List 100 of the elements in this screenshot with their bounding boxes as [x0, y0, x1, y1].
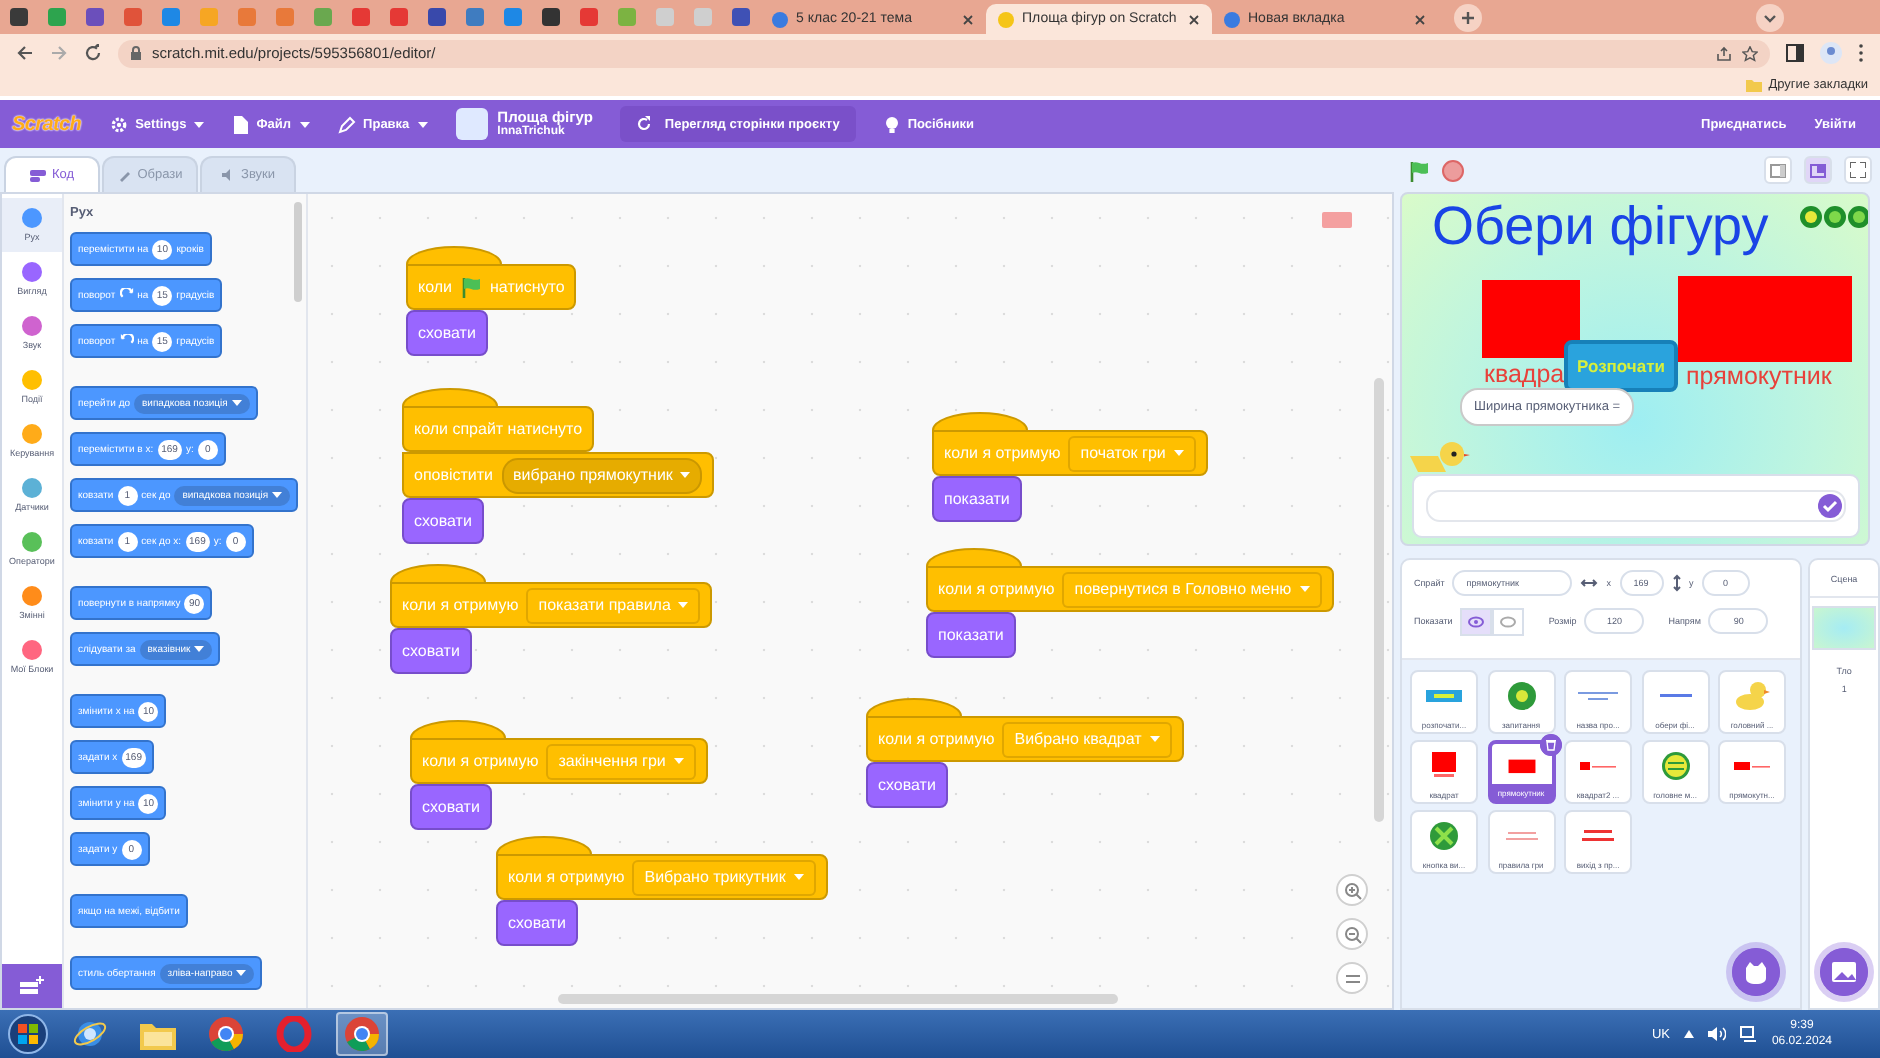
- check-button[interactable]: [1818, 494, 1842, 518]
- reload-icon[interactable]: [84, 44, 102, 62]
- block-label: коли я отримую: [422, 752, 539, 770]
- pencil-icon: [337, 115, 356, 133]
- refresh-icon: [636, 116, 653, 132]
- vertical-arrow-icon: [1671, 574, 1682, 592]
- brush-icon: [117, 168, 132, 182]
- block-label: оповістити: [414, 466, 494, 484]
- sidebar-icon[interactable]: [1786, 44, 1804, 62]
- pinwheel-icon[interactable]: [208, 1016, 244, 1052]
- dropdown-arrow-icon: [236, 970, 247, 976]
- block-label: сховати: [508, 914, 566, 932]
- lightbulb-icon: [883, 115, 900, 133]
- share-icon[interactable]: [1716, 45, 1732, 61]
- block-label: коли спрайт натиснуто: [414, 420, 583, 438]
- pinwheel-icon: [344, 1016, 380, 1052]
- forward-icon[interactable]: [50, 44, 68, 62]
- flag-icon[interactable]: [1408, 159, 1430, 181]
- new-tab-button[interactable]: [1454, 4, 1482, 32]
- code-icon: [29, 169, 46, 181]
- fullscreen-button[interactable]: [1844, 156, 1872, 184]
- stop-icon[interactable]: [1442, 159, 1464, 181]
- caret-icon: [417, 121, 428, 127]
- dropdown-arrow-icon: [194, 646, 205, 652]
- sprite-thumbnail: [1580, 762, 1616, 770]
- looks-block[interactable]: сховати: [390, 628, 472, 674]
- sprite-thumbnail: [1734, 762, 1770, 770]
- layout-icon: [1810, 163, 1826, 177]
- looks-block[interactable]: сховати: [496, 900, 578, 946]
- fullscreen-icon: [1850, 162, 1866, 178]
- flag-icon: [460, 276, 482, 298]
- dropdown-arrow-icon: [1173, 450, 1184, 456]
- block-label: коли я отримую: [402, 596, 519, 614]
- start-button[interactable]: [8, 1014, 48, 1054]
- add-backdrop-button[interactable]: [1820, 948, 1869, 996]
- looks-block[interactable]: сховати: [402, 498, 484, 544]
- shape-label: прямокутник: [1686, 362, 1832, 390]
- orbit-icon[interactable]: [72, 1016, 108, 1052]
- dropdown-arrow-icon: [680, 472, 691, 478]
- zoom-in-button[interactable]: [1336, 874, 1368, 906]
- up-arrow-icon[interactable]: [1683, 1030, 1694, 1038]
- reset-zoom-button[interactable]: [1336, 962, 1368, 994]
- backdrop-thumbnail[interactable]: [1812, 606, 1877, 650]
- looks-block[interactable]: показати: [932, 476, 1022, 522]
- horizontal-arrow-icon: [1580, 578, 1599, 588]
- block-label: натиснуто: [490, 278, 565, 296]
- dropdown-arrow-icon: [793, 874, 804, 880]
- hide-button[interactable]: [1492, 607, 1525, 635]
- scrollbar[interactable]: [1374, 378, 1384, 822]
- looks-block[interactable]: показати: [926, 612, 1016, 658]
- volume-icon[interactable]: [1707, 1026, 1726, 1042]
- looks-block[interactable]: сховати: [410, 784, 492, 830]
- sprite-thumbnail: [1578, 692, 1618, 700]
- favicon-icon: [1224, 11, 1240, 27]
- network-icon[interactable]: [1739, 1026, 1758, 1042]
- folder-icon: [1746, 77, 1763, 91]
- round-icon[interactable]: [1824, 206, 1846, 228]
- dropdown-arrow-icon: [678, 602, 689, 608]
- script-area[interactable]: [308, 194, 1392, 1008]
- close-icon[interactable]: [1188, 13, 1200, 25]
- scrollbar[interactable]: [558, 994, 1118, 1004]
- profile-icon[interactable]: [1820, 42, 1842, 64]
- pinned-tab[interactable]: [428, 8, 446, 26]
- looks-block[interactable]: сховати: [406, 310, 488, 356]
- menu-icon[interactable]: [1858, 44, 1864, 62]
- caret-icon: [299, 121, 310, 127]
- rotate-left-icon: [119, 334, 134, 348]
- pinned-tab[interactable]: [10, 8, 28, 26]
- show-button[interactable]: [1460, 607, 1493, 635]
- back-icon[interactable]: [16, 44, 34, 62]
- active-app-button[interactable]: [336, 1012, 388, 1056]
- star-icon[interactable]: [1742, 45, 1758, 61]
- close-icon[interactable]: [962, 13, 974, 25]
- folder-icon[interactable]: [140, 1019, 176, 1049]
- scrollbar[interactable]: [294, 202, 302, 302]
- round-icon[interactable]: [1848, 206, 1868, 228]
- delete-icon[interactable]: [1539, 734, 1561, 756]
- pinned-tab[interactable]: [86, 8, 104, 26]
- favicon-icon: [998, 11, 1014, 27]
- block-label: сховати: [414, 512, 472, 530]
- round-icon[interactable]: [1800, 206, 1822, 228]
- small-stage-button[interactable]: [1764, 156, 1792, 184]
- pinned-tab[interactable]: [732, 8, 750, 26]
- tab-search-button[interactable]: [1756, 4, 1784, 32]
- eye-icon: [1468, 615, 1485, 627]
- block-label: коли я отримую: [508, 868, 625, 886]
- block-label: сховати: [418, 324, 476, 342]
- zoom-in-icon: [1343, 881, 1361, 899]
- normal-stage-button[interactable]: [1804, 156, 1832, 184]
- speaker-icon: [221, 168, 236, 182]
- add-extension-button[interactable]: [2, 964, 62, 1008]
- zoom-out-button[interactable]: [1336, 918, 1368, 950]
- block-label: показати: [938, 626, 1004, 644]
- close-icon[interactable]: [1414, 13, 1426, 25]
- pinned-tab[interactable]: [542, 8, 560, 26]
- dropdown-arrow-icon: [673, 758, 684, 764]
- block-label: сховати: [878, 776, 936, 794]
- rotate-right-icon: [119, 288, 134, 302]
- file-icon: [232, 115, 249, 133]
- looks-block[interactable]: сховати: [866, 762, 948, 808]
